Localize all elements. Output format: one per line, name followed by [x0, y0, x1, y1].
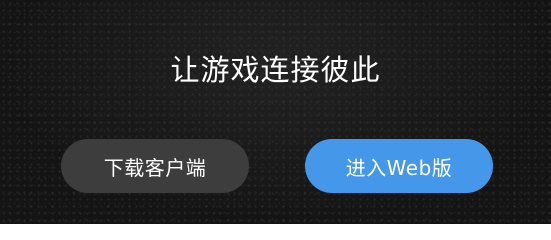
hero-banner: 让游戏连接彼此 下载客户端 进入Web版	[0, 0, 551, 224]
enter-web-version-button[interactable]: 进入Web版	[305, 139, 493, 193]
hero-headline: 让游戏连接彼此	[170, 53, 381, 87]
download-client-button[interactable]: 下载客户端	[61, 139, 249, 193]
